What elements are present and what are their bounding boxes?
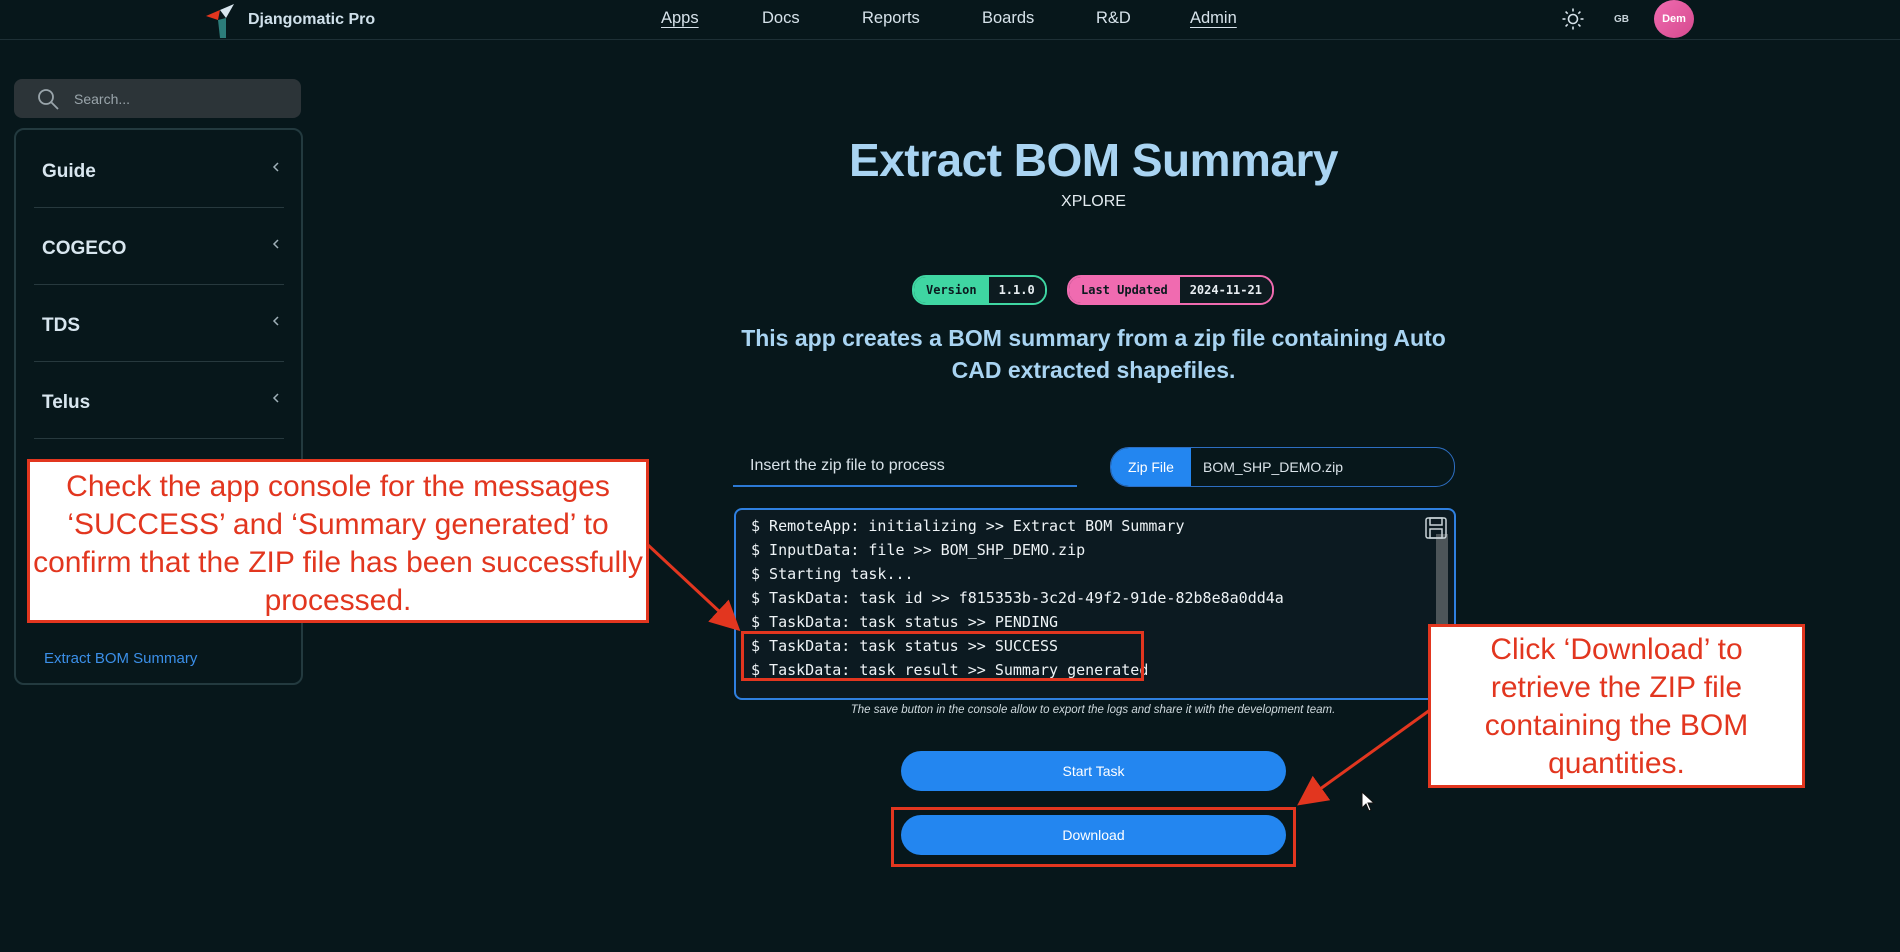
download-highlight-box (891, 807, 1296, 867)
version-badge-key: Version (914, 277, 989, 303)
search-input[interactable] (72, 89, 276, 108)
brand-name: Djangomatic Pro (248, 11, 376, 28)
file-input-label-text: Insert the zip file to process (750, 457, 945, 474)
chevron-left-icon (272, 316, 279, 326)
updated-badge-key: Last Updated (1069, 277, 1180, 303)
search-icon (38, 88, 59, 110)
zip-file-button[interactable]: Zip File (1111, 448, 1191, 486)
page-subtitle: XPLORE (1061, 193, 1126, 210)
nav-reports[interactable]: Reports (862, 9, 920, 28)
sidebar-search (14, 79, 301, 118)
avatar[interactable]: Dem (1654, 0, 1694, 38)
sun-icon[interactable] (1561, 7, 1585, 31)
mouse-cursor-icon (1361, 791, 1376, 812)
sidebar-section-label: Guide (42, 161, 96, 182)
nav-apps[interactable]: Apps (661, 9, 699, 28)
chevron-left-icon (272, 239, 279, 249)
sidebar-section-guide[interactable]: Guide (34, 130, 284, 208)
zip-file-name: BOM_SHP_DEMO.zip (1203, 459, 1344, 475)
nav-admin[interactable]: Admin (1190, 9, 1237, 28)
nav-rnd[interactable]: R&D (1096, 9, 1131, 28)
page-title: Extract BOM Summary (849, 134, 1339, 186)
logo-icon (206, 4, 234, 38)
nav-boards[interactable]: Boards (982, 9, 1034, 28)
brand[interactable]: Djangomatic Pro (204, 2, 375, 38)
console-highlight-box (741, 631, 1144, 681)
zip-file-input[interactable]: Zip File BOM_SHP_DEMO.zip (1110, 447, 1455, 487)
console-line: $ RemoteApp: initializing >> Extract BOM… (751, 517, 1185, 535)
sidebar-section-tds[interactable]: TDS (34, 284, 284, 362)
nav-docs[interactable]: Docs (762, 9, 800, 28)
version-badge: Version 1.1.0 (912, 275, 1047, 305)
save-icon[interactable] (1424, 516, 1448, 540)
sidebar-section-telus[interactable]: Telus (34, 361, 284, 439)
sidebar-item-extract-bom-summary[interactable]: Extract BOM Summary (44, 650, 197, 667)
console-annotation: Check the app console for the messages ‘… (27, 459, 649, 623)
version-badge-value: 1.1.0 (988, 277, 1045, 303)
top-navbar: Djangomatic Pro Apps Docs Reports Boards… (0, 0, 1900, 40)
file-input-label: Insert the zip file to process (733, 447, 1077, 487)
sidebar-section-cogeco[interactable]: COGECO (34, 207, 284, 285)
sidebar-section-label: Telus (42, 392, 91, 413)
console-line: $ TaskData: task status >> PENDING (751, 613, 1059, 631)
app-description: This app creates a BOM summary from a zi… (741, 325, 1446, 383)
sidebar-section-label: COGECO (42, 238, 127, 259)
updated-badge-value: 2024-11-21 (1179, 277, 1272, 303)
console-line: $ Starting task... (751, 565, 914, 583)
console-line: $ TaskData: task id >> f815353b-3c2d-49f… (751, 589, 1284, 607)
sidebar-section-label: TDS (42, 315, 80, 336)
console-line: $ InputData: file >> BOM_SHP_DEMO.zip (751, 541, 1086, 559)
chevron-left-icon (272, 393, 279, 403)
chevron-left-icon (272, 162, 279, 172)
updated-badge: Last Updated 2024-11-21 (1067, 275, 1274, 305)
download-annotation: Click ‘Download’ to retrieve the ZIP fil… (1428, 624, 1805, 788)
language-switch[interactable]: GB (1614, 14, 1629, 25)
console-hint: The save button in the console allow to … (850, 704, 1336, 716)
start-task-button[interactable]: Start Task (901, 751, 1286, 791)
